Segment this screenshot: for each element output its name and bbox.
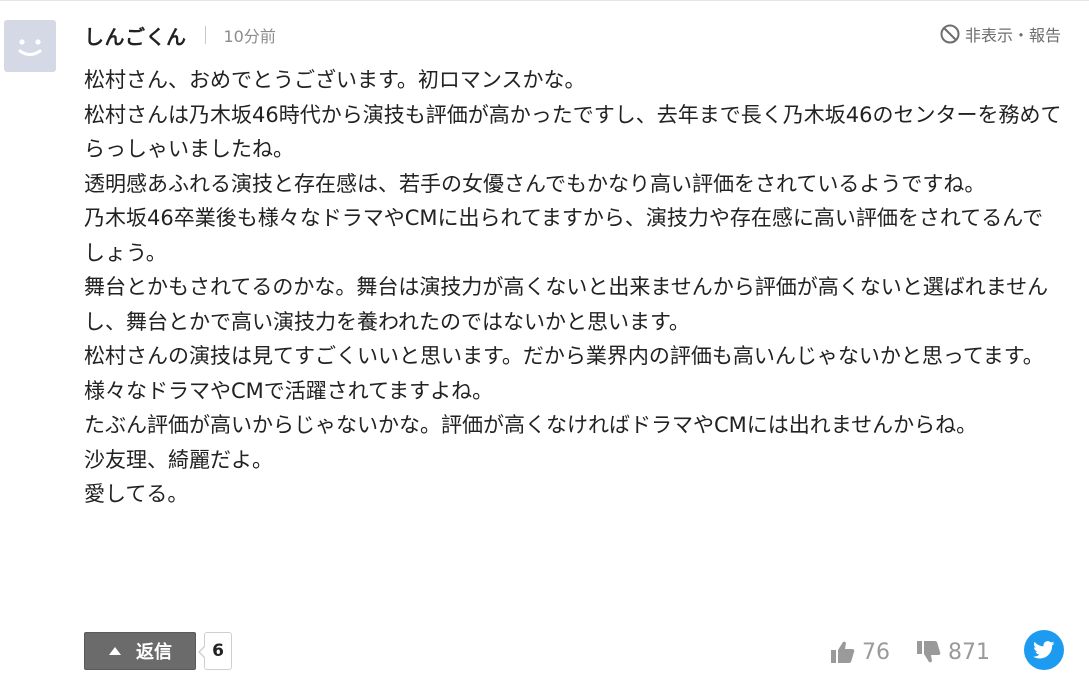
like-button[interactable]: 76: [830, 640, 890, 665]
dislike-count: 871: [948, 639, 990, 665]
comment-paragraph: 沙友理、綺麗だよ。: [84, 447, 273, 472]
comment-paragraph: 松村さんの演技は見てすごくいいと思います。だから業界内の評価も高いんじゃないかと…: [84, 344, 1044, 368]
comment-paragraph: 様々なドラマやCMで活躍されてますよね。: [84, 378, 494, 403]
comment-card: しんごくん 10分前 非表示・報告 松村さん、おめでとうございます。初ロマンスか…: [0, 0, 1089, 690]
like-count: 76: [862, 639, 890, 665]
divider: [0, 0, 1089, 1]
author-name[interactable]: しんごくん: [84, 21, 187, 50]
comment-timestamp: 10分前: [223, 27, 276, 46]
vote-group: 76 871: [830, 634, 990, 670]
comment-footer: 返信 6 76 871: [84, 630, 1074, 672]
comment-paragraph: 愛してる。: [84, 482, 189, 506]
prohibited-icon: [940, 24, 960, 44]
comment-header: しんごくん 10分前: [84, 20, 276, 50]
comment-paragraph: 松村さんは乃木坂46時代から演技も評価が高かったですし、去年まで長く乃木坂46の…: [84, 102, 1062, 162]
hide-report-link[interactable]: 非表示・報告: [939, 22, 1061, 46]
comment-paragraph: 松村さん、おめでとうございます。初ロマンスかな。: [84, 68, 586, 92]
report-label: 非表示・報告: [964, 26, 1061, 45]
thumbs-up-icon: [831, 641, 855, 663]
twitter-icon: [1033, 641, 1055, 659]
reply-count-badge[interactable]: 6: [198, 632, 232, 670]
dislike-button[interactable]: 871: [916, 640, 990, 665]
comment-paragraph: 舞台とかもされてるのかな。舞台は演技力が高くないと出来ませんから評価が高くないと…: [84, 275, 1049, 334]
triangle-up-icon: [109, 647, 121, 655]
comment-body: 松村さん、おめでとうございます。初ロマンスかな。 松村さんは乃木坂46時代から演…: [84, 63, 1064, 512]
reply-button[interactable]: 返信: [84, 632, 196, 670]
comment-paragraph: たぶん評価が高いからじゃないかな。評価が高くなければドラマやCMには出れませんか…: [84, 413, 978, 437]
header-separator: [204, 26, 206, 44]
smiley-avatar-icon: [18, 39, 42, 56]
comment-paragraph: 乃木坂46卒業後も様々なドラマやCMに出られてますから、演技力や存在感に高い評価…: [84, 206, 1044, 265]
twitter-share-button[interactable]: [1024, 630, 1064, 670]
comment-paragraph: 透明感あふれる演技と存在感は、若手の女優さんでもかなり高い評価をされているようで…: [84, 171, 986, 196]
thumbs-down-icon: [917, 641, 941, 663]
reply-button-label: 返信: [136, 642, 172, 663]
avatar[interactable]: [4, 20, 56, 72]
